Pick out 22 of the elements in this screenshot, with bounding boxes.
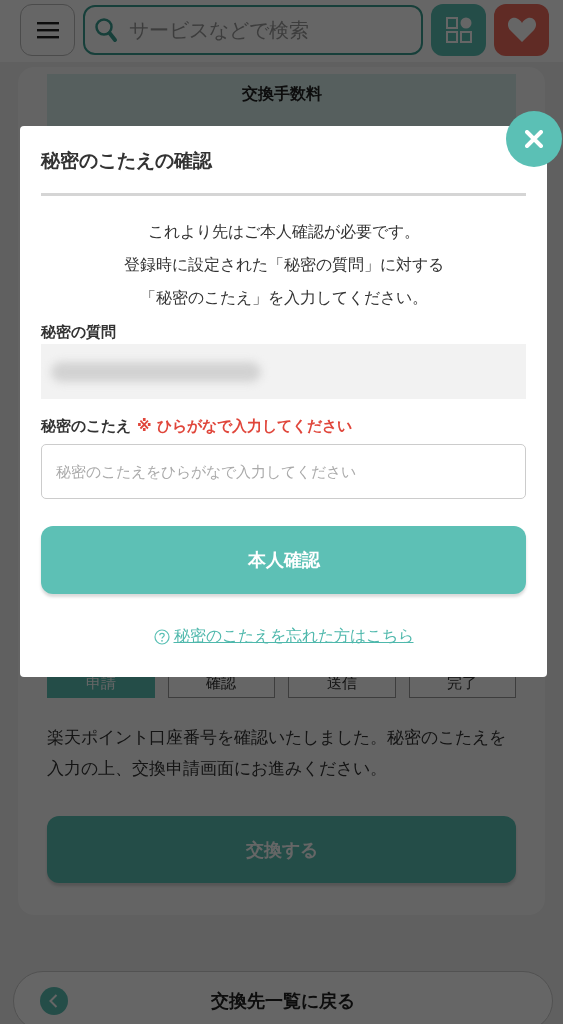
help-link[interactable]: 秘密のこたえを忘れた方はこちら: [173, 626, 414, 647]
field-label: 秘密のこたえ: [41, 417, 131, 436]
intro-text: 登録時に設定された「秘密の質問」に対する: [123, 255, 444, 276]
menu-button[interactable]: [20, 4, 75, 56]
menu-icon: [36, 21, 59, 39]
grid-icon: [445, 17, 472, 43]
dialog-title: 秘密のこたえの確認: [41, 148, 214, 173]
help-icon: [153, 628, 170, 645]
confirm-button[interactable]: 本人確認: [41, 526, 526, 594]
intro-text: 「秘密のこたえ」を入力してください。: [139, 288, 428, 309]
message-text: 楽天ポイント口座番号を確認いたしました。秘密のこたえを入力の上、交換申請画面にお進みください。: [47, 726, 507, 780]
heart-icon: [506, 17, 537, 43]
close-button[interactable]: [506, 111, 562, 167]
close-icon: [525, 130, 543, 148]
fee-heading: 交換手数料: [241, 84, 322, 105]
intro-text: これより先はご本人確認が必要です。: [147, 222, 420, 243]
back-button[interactable]: 交換先一覧に戻る: [13, 971, 553, 1024]
back-icon: [40, 987, 68, 1015]
hint-text: ※ ひらがなで入力してください: [137, 417, 352, 436]
field-label: 秘密の質問: [41, 323, 117, 342]
answer-field[interactable]: 秘密のこたえをひらがなで入力してください: [41, 444, 526, 499]
favorites-button[interactable]: [494, 4, 549, 56]
